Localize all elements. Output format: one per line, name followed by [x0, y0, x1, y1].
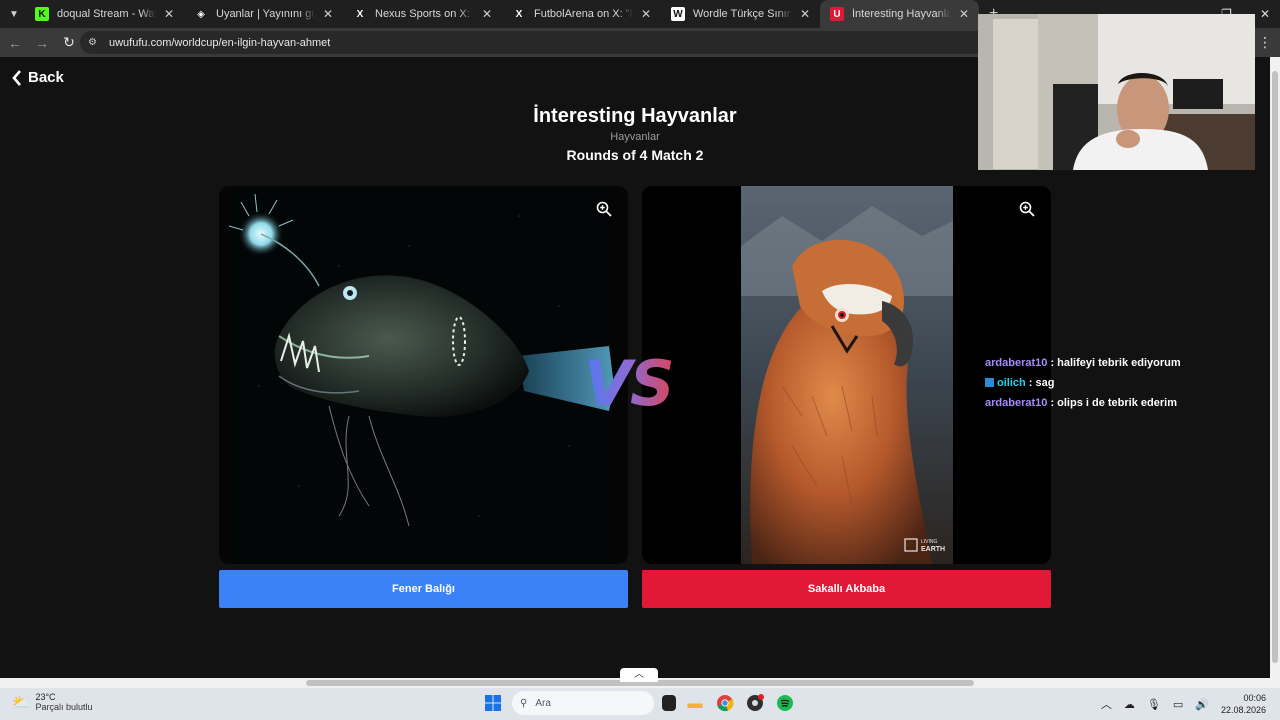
tab-title: doqual Stream - Watch Live on — [57, 8, 156, 20]
system-tray: ︿ ☁ 🎙 ▭ 🔊 00:06 22.08.2026 — [1101, 692, 1266, 716]
tab-1[interactable]: ◈ Uyanlar | Yayınını güçlendirmek ✕ — [184, 0, 343, 28]
taskbar-apps: ⚲ Ara ▬ — [482, 691, 796, 715]
close-window-icon[interactable]: ✕ — [1260, 7, 1270, 21]
chat-message: oilich : sag — [985, 376, 1225, 396]
chat-username: ardaberat10 — [985, 397, 1048, 409]
spotify-icon[interactable] — [774, 692, 796, 714]
chrome-icon[interactable] — [714, 692, 736, 714]
tab-title: FutbolArena on X: "Premier Lig — [534, 8, 633, 20]
taskbar: ⛅ 23°C Parçalı bulutlu ⚲ Ara ▬ ︿ ☁ 🎙 ▭ 🔊 — [0, 688, 1280, 720]
webcam-overlay — [978, 14, 1255, 170]
close-tab-icon[interactable]: ✕ — [321, 7, 335, 21]
microphone-icon[interactable]: 🎙 — [1147, 698, 1161, 711]
chat-text: : halifeyi tebrik ediyorum — [1050, 357, 1181, 369]
zoom-in-icon-left[interactable] — [596, 201, 612, 217]
search-placeholder: Ara — [535, 697, 551, 709]
partly-cloudy-icon: ⛅ — [12, 693, 30, 710]
x-icon: X — [356, 8, 364, 20]
chat-text: : sag — [1028, 377, 1055, 389]
weather-widget[interactable]: ⛅ 23°C Parçalı bulutlu — [12, 692, 92, 712]
x-icon: X — [515, 8, 523, 20]
chat-message: ardaberat10 : halifeyi tebrik ediyorum — [985, 356, 1225, 376]
tab-title: Uyanlar | Yayınını güçlendirmek — [216, 8, 315, 20]
tab-title: Nexus Sports on X: " — [375, 8, 474, 20]
tab-5-active[interactable]: U İnteresting Hayvanlar | UwUFU ✕ — [820, 0, 979, 28]
uwufufu-icon: U — [830, 7, 844, 21]
chevron-up-tray-icon[interactable]: ︿ — [1101, 696, 1112, 712]
choose-left-button[interactable]: Fener Balığı — [219, 570, 628, 608]
back-label: Back — [28, 69, 64, 86]
file-explorer-icon[interactable]: ▬ — [684, 692, 706, 714]
obs-icon[interactable] — [744, 692, 766, 714]
weather-condition: Parçalı bulutlu — [35, 702, 93, 712]
svg-text:EARTH: EARTH — [921, 546, 945, 553]
reload-icon[interactable]: ↻ — [57, 31, 81, 55]
volume-icon[interactable]: 🔊 — [1195, 698, 1209, 711]
date: 22.08.2026 — [1220, 705, 1266, 715]
close-tab-icon[interactable]: ✕ — [957, 7, 971, 21]
tab-4[interactable]: W Wordle Türkçe Sınırsız - Beklem ✕ — [661, 0, 820, 28]
back-button[interactable]: Back — [12, 69, 64, 86]
kick-icon: K — [35, 7, 49, 21]
menu-kebab-icon[interactable]: ⋮ — [1258, 34, 1272, 51]
site-settings-icon[interactable]: ⚙ — [88, 37, 100, 49]
diamond-icon: ◈ — [197, 8, 205, 20]
chat-overlay: ardaberat10 : halifeyi tebrik ediyorum o… — [985, 356, 1225, 416]
chevron-left-icon — [12, 69, 21, 86]
chat-username: oilich — [997, 377, 1026, 389]
windows-start-icon[interactable] — [482, 692, 504, 714]
chat-badge-icon — [985, 378, 994, 387]
url-text: uwufufu.com/worldcup/en-ilgin-hayvan-ahm… — [109, 36, 331, 49]
vs-label: VS — [584, 347, 675, 420]
svg-text:LIVING: LIVING — [921, 539, 938, 545]
chat-message: ardaberat10 : olips i de tebrik ederim — [985, 396, 1225, 416]
close-tab-icon[interactable]: ✕ — [480, 7, 494, 21]
task-view-icon[interactable] — [662, 695, 676, 711]
chat-text: : olips i de tebrik ederim — [1050, 397, 1177, 409]
choose-right-button[interactable]: Sakallı Akbaba — [642, 570, 1051, 608]
vertical-scrollbar[interactable] — [1270, 57, 1280, 678]
zoom-in-icon-right[interactable] — [1019, 201, 1035, 217]
forward-nav-icon[interactable]: → — [30, 31, 54, 55]
weather-temp: 23°C — [35, 692, 56, 702]
tab-title: Wordle Türkçe Sınırsız - Beklem — [693, 8, 792, 20]
vertical-scroll-thumb[interactable] — [1272, 71, 1278, 663]
onedrive-icon[interactable]: ☁ — [1124, 698, 1135, 711]
taskbar-search[interactable]: ⚲ Ara — [512, 691, 654, 715]
tab-search-chevron-icon[interactable]: ▼ — [3, 3, 25, 25]
chat-username: ardaberat10 — [985, 357, 1048, 369]
anglerfish-image — [228, 186, 614, 564]
back-nav-icon[interactable]: ← — [3, 31, 27, 55]
tab-3[interactable]: X FutbolArena on X: "Premier Lig ✕ — [502, 0, 661, 28]
wordle-icon: W — [671, 7, 685, 21]
chevron-up-icon[interactable]: ︿ — [620, 668, 658, 682]
tab-title: İnteresting Hayvanlar | UwUFU — [852, 8, 951, 20]
close-tab-icon[interactable]: ✕ — [798, 7, 812, 21]
clock[interactable]: 00:06 22.08.2026 — [1221, 692, 1266, 716]
search-icon: ⚲ — [520, 697, 528, 709]
tab-2[interactable]: X Nexus Sports on X: " ✕ — [343, 0, 502, 28]
close-tab-icon[interactable]: ✕ — [639, 7, 653, 21]
time: 00:06 — [1243, 693, 1266, 703]
tab-0[interactable]: K doqual Stream - Watch Live on ✕ — [25, 0, 184, 28]
display-icon[interactable]: ▭ — [1173, 698, 1183, 711]
left-choice-image[interactable] — [219, 186, 628, 564]
close-tab-icon[interactable]: ✕ — [162, 7, 176, 21]
